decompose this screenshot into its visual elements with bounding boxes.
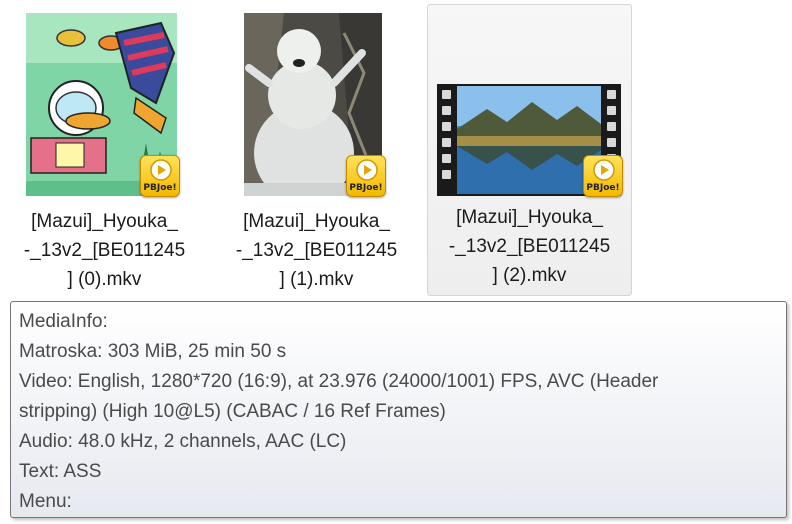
play-icon (593, 159, 615, 181)
file-item-1[interactable]: PBJoe! [Mazui]_Hyouka_ -_13v2_[BE011245 … (214, 4, 419, 296)
mediainfo-tooltip: MediaInfo: Matroska: 303 MiB, 25 min 50 … (10, 301, 787, 518)
tooltip-video-info-continued: stripping) (High 10@L5) (CABAC / 16 Ref … (19, 401, 446, 422)
file-name-line-1: [Mazui]_Hyouka_ (243, 211, 390, 232)
file-item-0[interactable]: PBJoe! [Mazui]_Hyouka_ -_13v2_[BE011245 … (2, 4, 207, 296)
tooltip-container-info: Matroska: 303 MiB, 25 min 50 s (19, 341, 287, 362)
player-badge-icon: PBJoe! (346, 155, 386, 197)
badge-label: PBJoe! (586, 183, 620, 193)
player-badge-icon: PBJoe! (583, 155, 623, 197)
play-icon (150, 159, 172, 181)
player-badge-icon: PBJoe! (140, 155, 180, 197)
file-name-line-1: [Mazui]_Hyouka_ (31, 211, 178, 232)
file-item-2[interactable]: PBJoe! [Mazui]_Hyouka_ -_13v2_[BE011245 … (427, 4, 632, 296)
file-name-line-3: ] (1).mkv (279, 269, 354, 290)
file-name-line-2: -_13v2_[BE011245 (448, 236, 611, 257)
badge-label: PBJoe! (349, 183, 383, 193)
tooltip-audio-info: Audio: 48.0 kHz, 2 channels, AAC (LC) (19, 431, 347, 452)
file-name-line-3: ] (2).mkv (492, 265, 567, 286)
tooltip-video-info: Video: English, 1280*720 (16:9), at 23.9… (19, 371, 659, 392)
badge-label: PBJoe! (143, 183, 177, 193)
tooltip-heading: MediaInfo: (19, 311, 108, 332)
play-icon (356, 159, 378, 181)
file-name-line-3: ] (0).mkv (67, 269, 142, 290)
file-name-line-2: -_13v2_[BE011245 (23, 240, 186, 261)
file-name-line-1: [Mazui]_Hyouka_ (456, 207, 603, 228)
tooltip-menu-info: Menu: (19, 491, 72, 512)
file-name-line-2: -_13v2_[BE011245 (235, 240, 398, 261)
tooltip-text-info: Text: ASS (19, 461, 102, 482)
